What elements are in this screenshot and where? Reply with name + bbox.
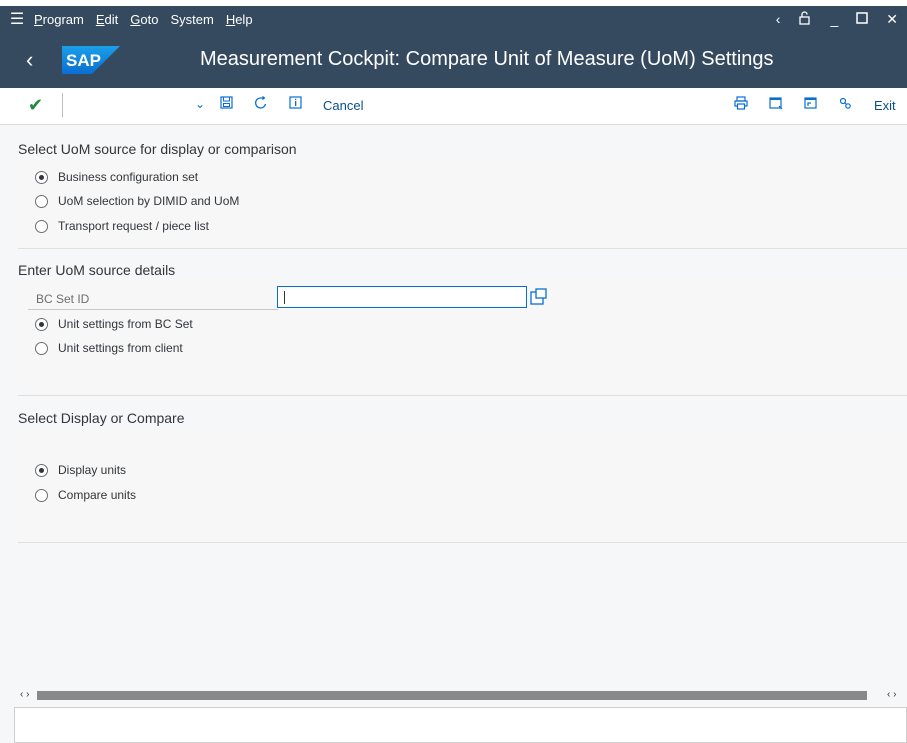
menu-goto-label: oto [140,11,159,27]
status-bar [14,707,907,743]
exit-button[interactable]: Exit [874,98,896,113]
menu-edit[interactable]: Edit [96,12,118,27]
title-bar: ‹ SAP Measurement Cockpit: Compare Unit … [0,32,907,88]
radio-button[interactable] [35,488,48,502]
radio-button-selected[interactable] [35,463,48,477]
radio-button[interactable] [35,194,48,208]
panel-display-compare [18,429,907,543]
menu-program[interactable]: Program [34,12,84,27]
radio-label: Transport request / piece list [58,219,209,233]
customize-settings-icon[interactable] [838,96,852,113]
radio-button-selected[interactable] [35,170,48,184]
menu-edit-mnemonic: E [95,11,105,27]
section-title-uom-source: Select UoM source for display or compari… [18,141,297,157]
menu-system-label: System [170,11,214,27]
radio-display-units[interactable]: Display units [35,463,126,477]
hamburger-menu-icon[interactable]: ☰ [0,9,34,29]
radio-label: Unit settings from client [58,341,183,355]
menu-bar: ☰ Program Edit Goto System Help ‹ _ ✕ [0,6,907,32]
horizontal-scrollbar[interactable]: ‹ › ‹ › [0,689,907,701]
radio-label: Business configuration set [58,170,199,184]
menu-system[interactable]: System [170,12,213,27]
radio-transport-request[interactable]: Transport request / piece list [35,219,209,233]
section-title-display-compare: Select Display or Compare [18,410,185,426]
bc-set-id-input[interactable] [277,286,527,308]
scrollbar-thumb[interactable] [37,691,867,700]
print-icon[interactable] [734,96,748,113]
command-field[interactable]: ⌄ [62,93,209,118]
maximize-icon[interactable] [856,11,869,27]
history-icon[interactable] [254,96,268,113]
minimize-icon[interactable]: _ [830,11,838,27]
menu-goto[interactable]: Goto [130,12,158,27]
menu-edit-label: dit [104,11,119,27]
window-controls: ‹ _ ✕ [767,6,907,32]
generate-shortcut-icon[interactable] [804,96,818,113]
menu-help[interactable]: Help [226,12,253,27]
chevron-down-icon[interactable]: ⌄ [195,97,205,111]
radio-button[interactable] [35,219,48,233]
radio-button[interactable] [35,341,48,355]
bc-set-id-label: BC Set ID [36,292,90,306]
cancel-button[interactable]: Cancel [323,98,363,113]
save-icon[interactable] [220,96,233,112]
scroll-left-right-icon[interactable]: ‹ › [887,689,896,700]
unlock-icon[interactable] [798,10,812,28]
menu-program-label: rogram [42,11,84,27]
collapse-chevron-icon[interactable]: ‹ [776,11,781,27]
section-title-uom-details: Enter UoM source details [18,262,176,278]
radio-label: Compare units [58,488,137,502]
radio-unit-settings-bc-set[interactable]: Unit settings from BC Set [35,317,193,331]
radio-label: Unit settings from BC Set [58,317,193,331]
radio-label: Display units [58,463,127,477]
radio-label: UoM selection by DIMID and UoM [58,194,240,208]
menu-goto-mnemonic: G [130,11,141,27]
radio-unit-settings-client[interactable]: Unit settings from client [35,341,183,355]
menu-help-mnemonic: H [225,11,236,27]
page-title: Measurement Cockpit: Compare Unit of Mea… [200,48,774,70]
sap-logo-text: SAP [66,51,101,70]
back-icon[interactable]: ‹ [26,47,33,73]
radio-button-selected[interactable] [35,317,48,331]
menu-program-mnemonic: P [34,11,43,27]
enter-checkmark-icon[interactable]: ✔ [28,95,43,116]
menu-help-label: elp [235,11,253,27]
text-cursor [284,291,285,304]
field-label-underline [28,309,278,310]
info-icon[interactable] [289,96,302,112]
radio-compare-units[interactable]: Compare units [35,488,136,502]
close-icon[interactable]: ✕ [886,11,898,28]
scroll-left-right-icon[interactable]: ‹ › [20,689,29,700]
radio-uom-selection-dimid[interactable]: UoM selection by DIMID and UoM [35,194,239,208]
radio-business-configuration-set[interactable]: Business configuration set [35,170,198,184]
new-session-icon[interactable] [769,96,783,113]
value-help-icon[interactable] [530,288,548,306]
sap-logo: SAP [62,46,120,74]
application-toolbar: ✔ ⌄ Cancel Exit [0,88,907,125]
